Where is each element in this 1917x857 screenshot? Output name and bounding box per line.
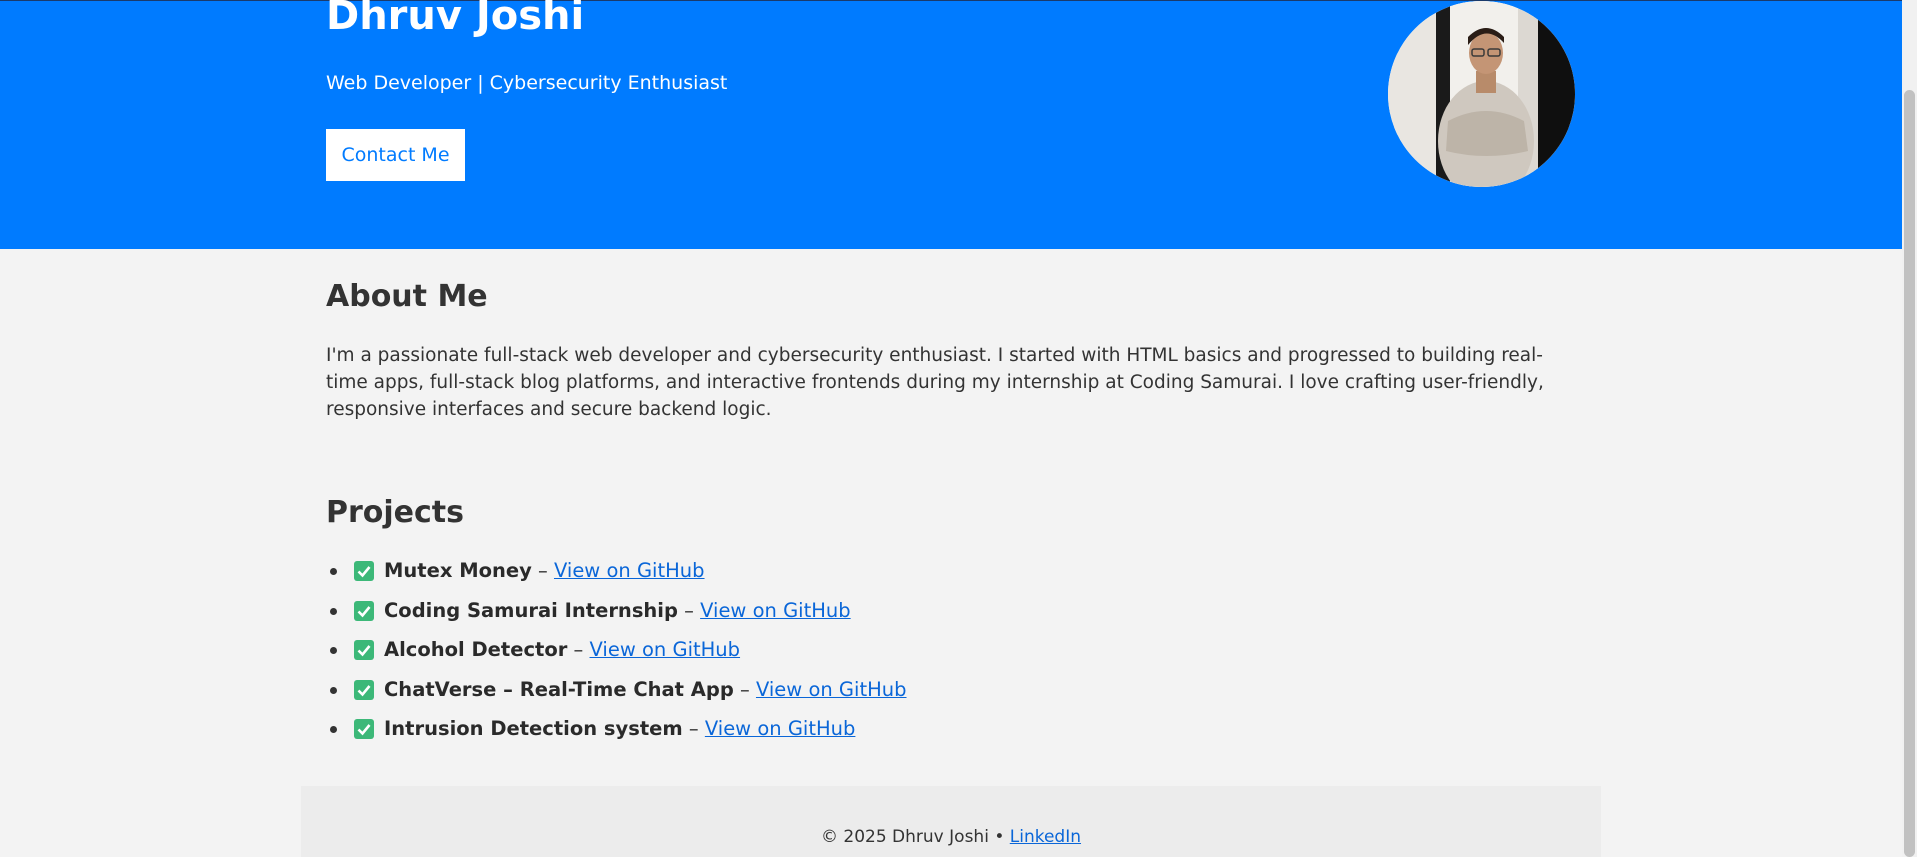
profile-avatar bbox=[1388, 1, 1575, 187]
bullet-icon bbox=[330, 647, 337, 655]
project-item: ChatVerse – Real-Time Chat App – View on… bbox=[326, 675, 1126, 715]
profile-tagline: Web Developer | Cybersecurity Enthusiast bbox=[326, 72, 728, 94]
footer-text: © 2025 Dhruv Joshi • LinkedIn bbox=[301, 826, 1601, 848]
check-box-icon bbox=[354, 561, 374, 581]
project-item: Coding Samurai Internship – View on GitH… bbox=[326, 596, 1126, 636]
linkedin-link[interactable]: LinkedIn bbox=[1010, 827, 1081, 847]
project-name: Alcohol Detector bbox=[384, 638, 568, 662]
project-text: Alcohol Detector – View on GitHub bbox=[384, 635, 740, 665]
check-box-icon bbox=[354, 600, 374, 621]
project-text: Mutex Money – View on GitHub bbox=[384, 556, 705, 586]
projects-title: Projects bbox=[326, 495, 465, 530]
about-title: About Me bbox=[326, 279, 488, 314]
github-link[interactable]: View on GitHub bbox=[590, 638, 741, 661]
project-item: Alcohol Detector – View on GitHub bbox=[326, 635, 1126, 675]
hero-header: Dhruv Joshi Web Developer | Cybersecurit… bbox=[0, 0, 1902, 249]
bullet-icon bbox=[330, 607, 337, 615]
project-separator: – bbox=[567, 638, 590, 662]
project-name: Intrusion Detection system bbox=[384, 717, 683, 741]
page-scrollbar[interactable] bbox=[1902, 0, 1917, 857]
about-text: I'm a passionate full-stack web develope… bbox=[326, 345, 1544, 420]
github-link[interactable]: View on GitHub bbox=[554, 559, 705, 582]
project-text: Intrusion Detection system – View on Git… bbox=[384, 714, 855, 744]
header-border bbox=[0, 0, 1902, 1]
profile-photo-icon bbox=[1388, 1, 1575, 187]
project-item: Mutex Money – View on GitHub bbox=[326, 556, 1126, 596]
scrollbar-thumb[interactable] bbox=[1904, 90, 1915, 857]
check-box-icon bbox=[354, 640, 374, 661]
github-link[interactable]: View on GitHub bbox=[700, 599, 851, 622]
page-footer: © 2025 Dhruv Joshi • LinkedIn bbox=[301, 786, 1601, 857]
project-separator: – bbox=[682, 717, 705, 741]
bullet-icon bbox=[330, 726, 337, 734]
project-text: Coding Samurai Internship – View on GitH… bbox=[384, 596, 851, 626]
project-name: Mutex Money bbox=[384, 559, 532, 582]
github-link[interactable]: View on GitHub bbox=[756, 678, 907, 701]
bullet-icon bbox=[330, 686, 337, 694]
footer-copyright: © 2025 Dhruv Joshi • bbox=[820, 827, 1010, 847]
project-text: ChatVerse – Real-Time Chat App – View on… bbox=[384, 675, 907, 705]
project-item: Intrusion Detection system – View on Git… bbox=[326, 714, 1126, 754]
project-list: Mutex Money – View on GitHub Coding Samu… bbox=[326, 556, 1126, 754]
github-link[interactable]: View on GitHub bbox=[705, 717, 856, 740]
contact-me-button[interactable]: Contact Me bbox=[326, 129, 465, 181]
project-separator: – bbox=[531, 559, 554, 582]
check-box-icon bbox=[354, 679, 374, 700]
profile-name: Dhruv Joshi bbox=[326, 0, 585, 39]
project-name: ChatVerse – Real-Time Chat App bbox=[384, 677, 734, 701]
bullet-icon bbox=[330, 568, 337, 575]
project-separator: – bbox=[677, 598, 701, 622]
project-name: Coding Samurai Internship bbox=[384, 598, 678, 622]
project-separator: – bbox=[733, 677, 756, 701]
check-box-icon bbox=[354, 719, 374, 740]
